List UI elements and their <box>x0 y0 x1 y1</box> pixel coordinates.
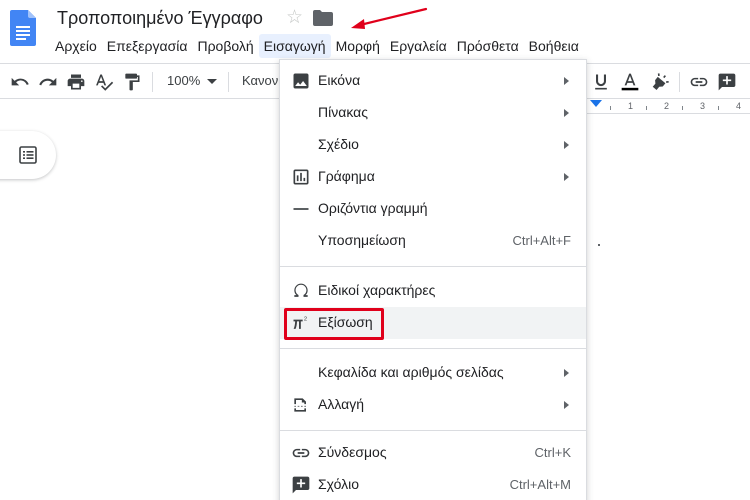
ruler-tick <box>718 106 719 110</box>
menu-item-special-characters[interactable]: Ειδικοί χαρακτήρες <box>280 275 586 307</box>
chart-icon <box>291 167 311 187</box>
menu-item-label: Οριζόντια γραμμή <box>318 200 428 216</box>
document-text-cursor <box>598 244 600 246</box>
ruler-number: 2 <box>664 101 670 111</box>
submenu-arrow-icon <box>564 369 569 377</box>
submenu-arrow-icon <box>564 173 569 181</box>
add-comment-icon[interactable] <box>717 72 737 92</box>
link-icon <box>291 443 311 463</box>
menu-item-break[interactable]: Αλλαγή <box>280 389 586 421</box>
menu-item-horizontal-line[interactable]: Οριζόντια γραμμή <box>280 193 586 225</box>
undo-icon[interactable] <box>10 72 30 92</box>
toolbar-separator <box>228 72 229 92</box>
ruler-number: 1 <box>628 101 634 111</box>
submenu-arrow-icon <box>564 141 569 149</box>
image-icon <box>291 71 311 91</box>
menu-item-header-page-number[interactable]: Κεφαλίδα και αριθμός σελίδας <box>280 357 586 389</box>
indent-marker-icon[interactable] <box>590 100 602 108</box>
comment-add-icon <box>291 475 311 495</box>
ruler-tick <box>646 106 647 110</box>
highlight-icon[interactable] <box>650 72 670 92</box>
spellcheck-icon[interactable] <box>94 72 114 92</box>
menu-item-label: Ειδικοί χαρακτήρες <box>318 282 436 298</box>
menu-insert[interactable]: Εισαγωγή <box>258 34 331 58</box>
toolbar-separator <box>152 72 153 92</box>
paint-format-icon[interactable] <box>122 72 142 92</box>
star-icon[interactable]: ☆ <box>286 7 303 29</box>
menu-item-shortcut: Ctrl+Alt+M <box>509 477 571 492</box>
menu-item-label: Υποσημείωση <box>318 232 406 248</box>
toolbar-separator <box>679 72 680 92</box>
ruler-number: 3 <box>700 101 706 111</box>
ruler-tick <box>610 106 611 110</box>
submenu-arrow-icon <box>564 77 569 85</box>
horizontal-ruler[interactable]: 1 2 3 4 <box>586 100 750 114</box>
menu-help[interactable]: Βοήθεια <box>524 34 584 58</box>
omega-icon <box>291 281 311 301</box>
ruler-number: 4 <box>736 101 742 111</box>
menu-item-link[interactable]: Σύνδεσμος Ctrl+K <box>280 437 586 469</box>
redo-icon[interactable] <box>38 72 58 92</box>
menu-item-label: Εικόνα <box>318 72 361 88</box>
document-title[interactable]: Τροποποιημένο Έγγραφο <box>57 8 263 29</box>
page-break-icon <box>291 395 311 415</box>
menu-item-shortcut: Ctrl+Alt+F <box>512 233 571 248</box>
menu-item-label: Αλλαγή <box>318 396 365 412</box>
ruler-tick <box>682 106 683 110</box>
menu-item-chart[interactable]: Γράφημα <box>280 161 586 193</box>
text-color-icon[interactable] <box>620 72 640 92</box>
print-icon[interactable] <box>66 72 86 92</box>
menu-addons[interactable]: Πρόσθετα <box>452 34 524 58</box>
submenu-arrow-icon <box>564 401 569 409</box>
menu-format[interactable]: Μορφή <box>331 34 385 58</box>
submenu-arrow-icon <box>564 109 569 117</box>
menu-item-label: Γράφημα <box>318 168 375 184</box>
folder-icon[interactable] <box>313 10 333 26</box>
menu-file[interactable]: Αρχείο <box>50 34 102 58</box>
paragraph-style-select[interactable]: Κανονι <box>242 73 281 88</box>
zoom-select[interactable]: 100% <box>167 73 200 88</box>
menu-item-comment[interactable]: Σχόλιο Ctrl+Alt+M <box>280 469 586 500</box>
menu-item-image[interactable]: Εικόνα <box>280 65 586 97</box>
menu-separator <box>280 430 586 431</box>
zoom-dropdown-icon[interactable] <box>207 79 217 85</box>
menu-item-label: Κεφαλίδα και αριθμός σελίδας <box>318 364 504 380</box>
link-icon[interactable] <box>689 72 709 92</box>
annotation-arrow <box>351 7 428 29</box>
document-outline-button[interactable] <box>0 131 56 179</box>
menu-item-footnote[interactable]: Υποσημείωση Ctrl+Alt+F <box>280 225 586 257</box>
menu-item-label: Πίνακας <box>318 104 368 120</box>
menu-edit[interactable]: Επεξεργασία <box>102 34 193 58</box>
menu-view[interactable]: Προβολή <box>192 34 258 58</box>
menu-separator <box>280 266 586 267</box>
menu-item-label: Σχόλιο <box>318 476 360 492</box>
google-docs-logo-icon[interactable] <box>10 10 36 46</box>
outline-list-icon <box>19 146 37 164</box>
menu-item-label: Σύνδεσμος <box>318 444 387 460</box>
annotation-highlight-box <box>284 308 384 340</box>
menu-tools[interactable]: Εργαλεία <box>385 34 452 58</box>
underline-icon[interactable] <box>591 72 611 92</box>
menu-item-table[interactable]: Πίνακας <box>280 97 586 129</box>
insert-menu-dropdown: Εικόνα Πίνακας Σχέδιο Γράφημα Οριζόντια … <box>279 59 587 500</box>
menu-item-shortcut: Ctrl+K <box>534 445 571 460</box>
menu-bar: Αρχείο Επεξεργασία Προβολή Εισαγωγή Μορφ… <box>50 34 584 58</box>
menu-item-drawing[interactable]: Σχέδιο <box>280 129 586 161</box>
menu-item-label: Σχέδιο <box>318 136 359 152</box>
menu-separator <box>280 348 586 349</box>
horizontal-line-icon <box>291 199 311 219</box>
